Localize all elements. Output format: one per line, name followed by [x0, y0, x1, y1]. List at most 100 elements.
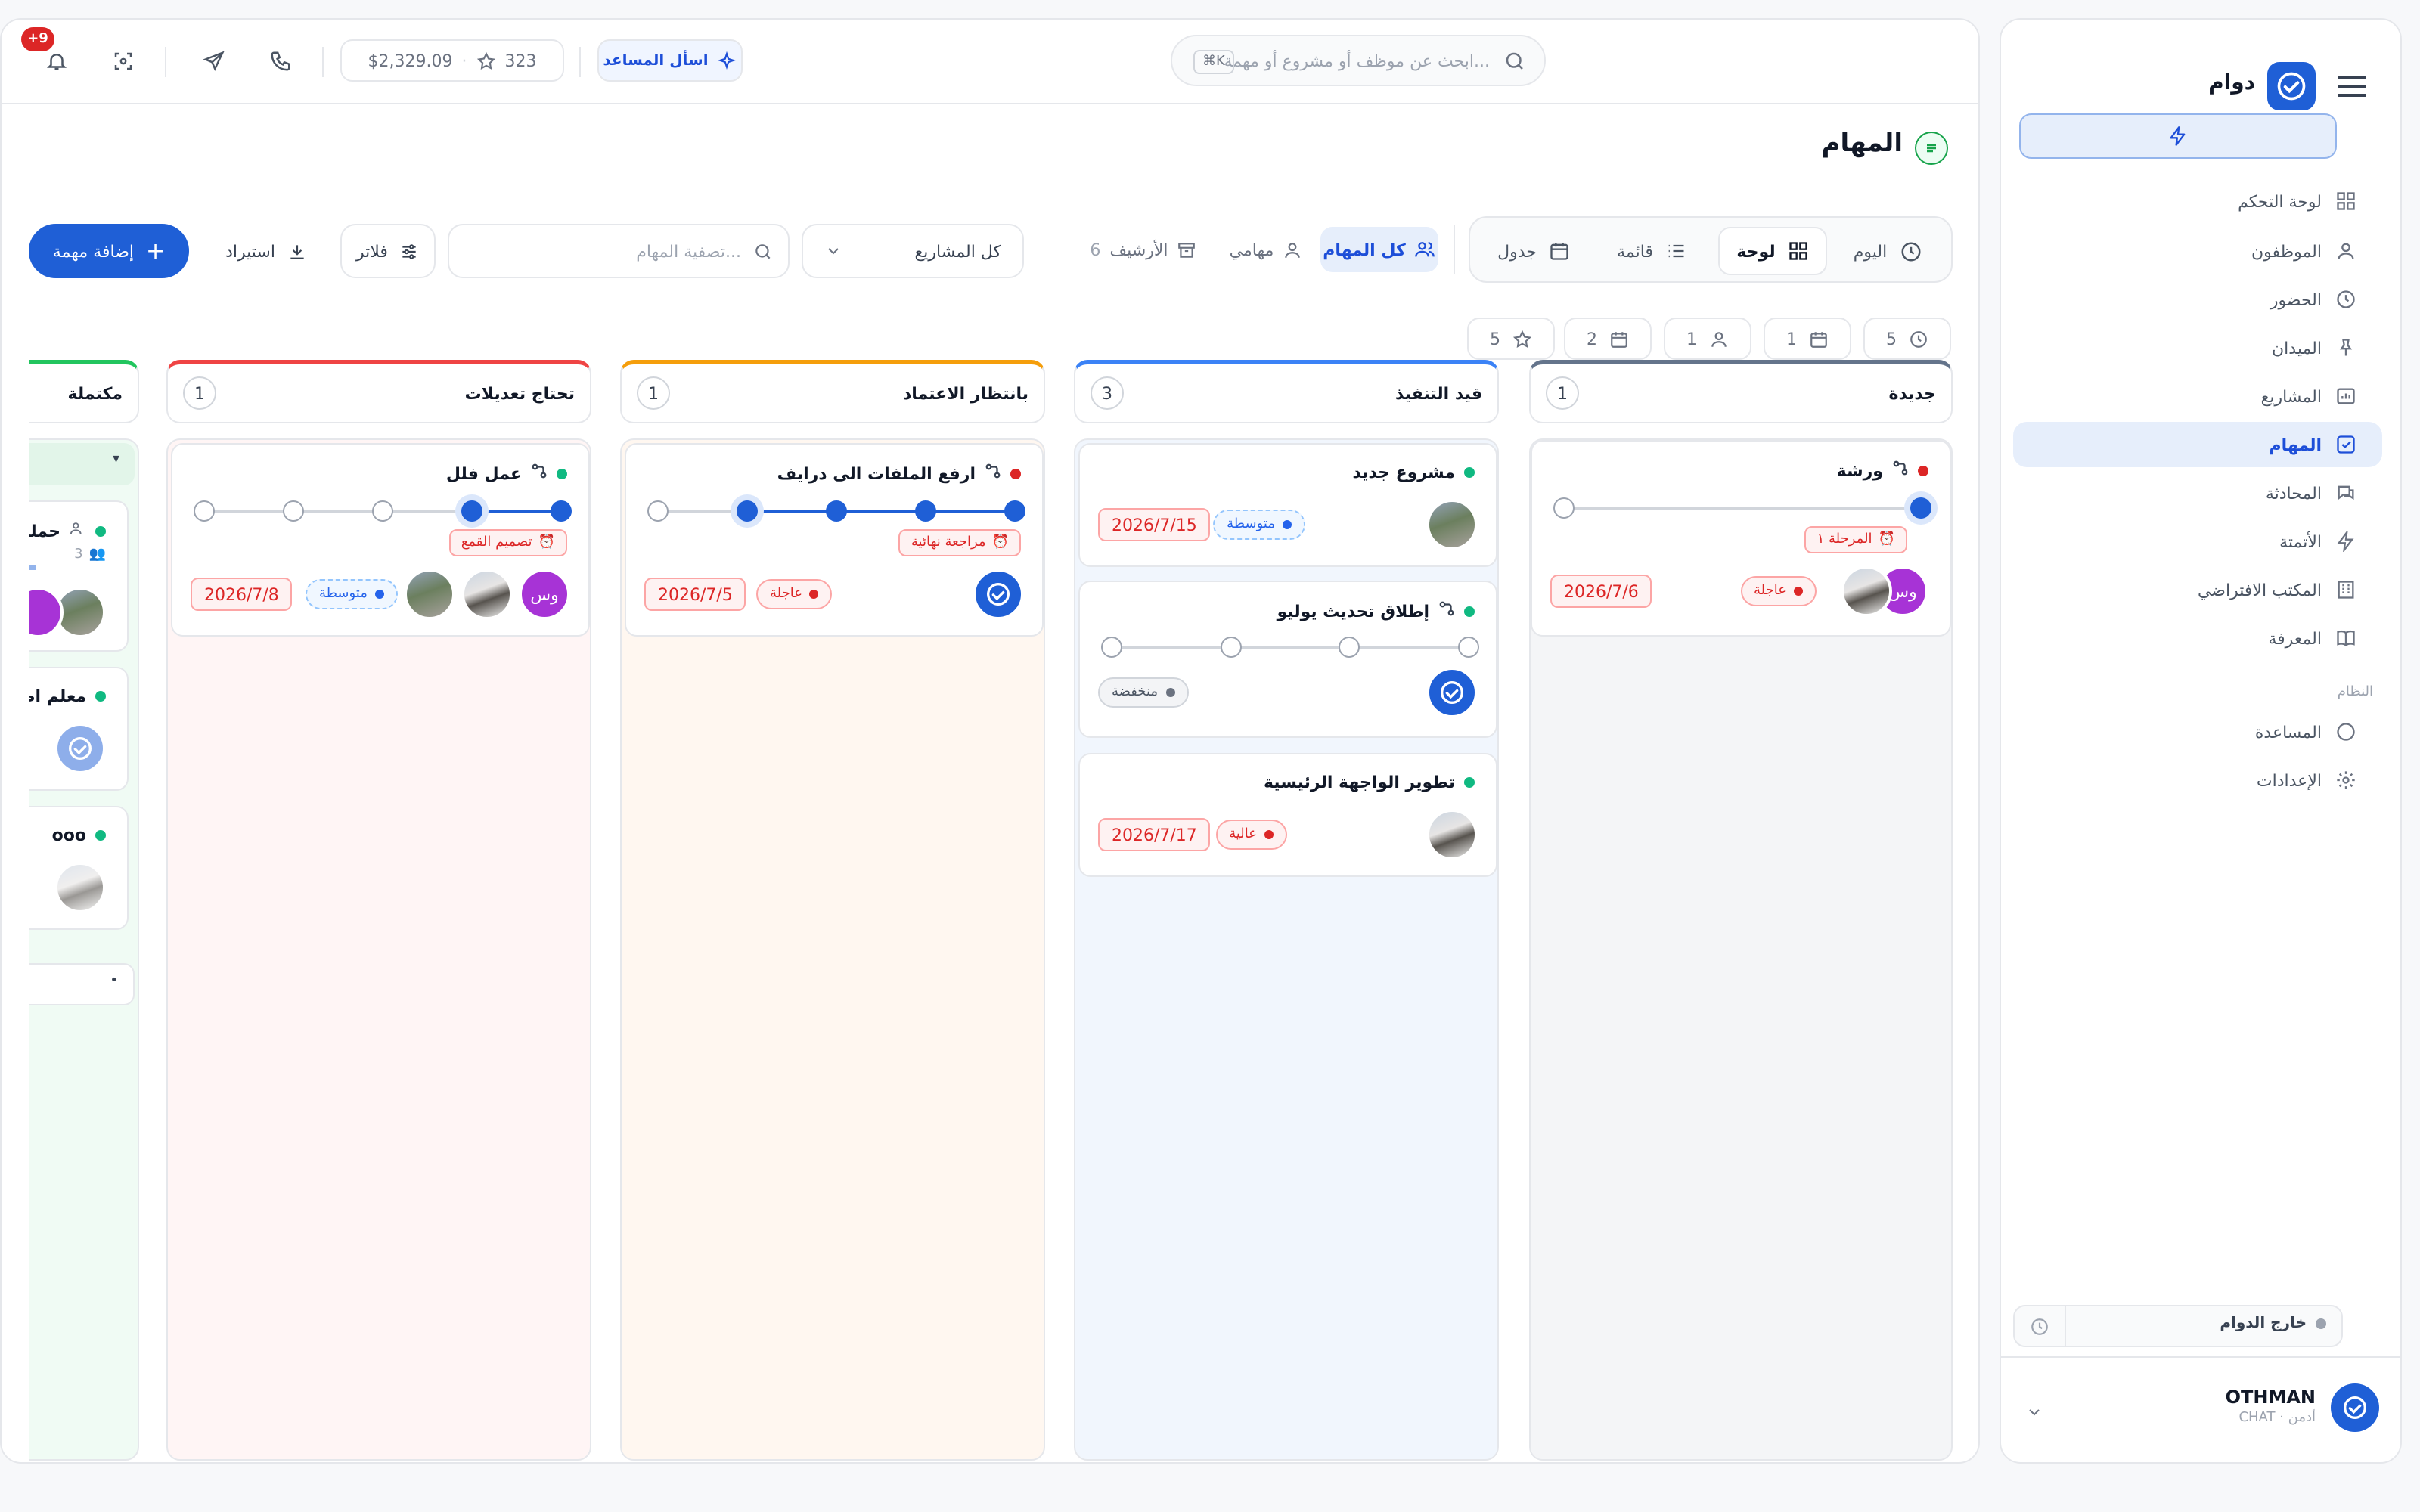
tab-board[interactable]: لوحة — [1718, 227, 1827, 275]
assistant-button[interactable]: اسأل المساعد — [597, 39, 743, 82]
stage-step[interactable] — [647, 500, 669, 522]
stat-scheduled[interactable]: 1 — [1764, 318, 1851, 360]
avatar[interactable] — [54, 862, 106, 913]
tab-schedule[interactable]: جدول — [1479, 227, 1588, 275]
task-filter-input[interactable]: تصفية المهام... — [448, 224, 790, 278]
stage-step[interactable] — [1339, 637, 1360, 658]
stage-step[interactable] — [915, 500, 936, 522]
sidebar-item-label: المساعدة — [2254, 722, 2322, 742]
stage-step[interactable] — [1553, 497, 1575, 519]
sidebar-item-help[interactable]: المساعدة — [2013, 709, 2382, 754]
sidebar-item-employees[interactable]: الموظفون — [2013, 228, 2382, 274]
tab-label: قائمة — [1617, 241, 1653, 261]
stage-step[interactable] — [1910, 497, 1931, 519]
avatar[interactable] — [1841, 565, 1892, 617]
divider — [2001, 1356, 2400, 1358]
stat-value: 5 — [1886, 329, 1897, 349]
check-icon[interactable] — [54, 723, 106, 774]
stage-progress[interactable] — [647, 499, 1028, 523]
sidebar-item-automation[interactable]: الأتمتة — [2013, 519, 2382, 564]
stat-starred[interactable]: 5 — [1467, 318, 1555, 360]
task-card[interactable]: عمل فلل ⏰ تصميم القمع وس متوسطة 2026/7/8 — [171, 443, 590, 637]
avatar[interactable] — [461, 569, 513, 620]
stage-step[interactable] — [1101, 637, 1122, 658]
avatar[interactable] — [1426, 809, 1478, 860]
group-header[interactable]: • — [29, 963, 135, 1005]
priority-badge: عالية — [1215, 820, 1287, 850]
task-title: ورشة — [1836, 460, 1883, 480]
chevron-down-icon[interactable] — [2025, 1399, 2043, 1427]
sidebar-item-label: المحادثة — [2265, 483, 2322, 503]
stage-step[interactable] — [826, 500, 847, 522]
tab-today[interactable]: اليوم — [1836, 227, 1939, 275]
gear-icon — [2334, 768, 2358, 792]
task-card[interactable]: تطوير الواجهة الرئيسية عالية 2026/7/17 — [1078, 753, 1497, 877]
search-input[interactable]: ابحث عن موظف أو مشروع أو مهمة... — [1224, 51, 1490, 71]
check-icon[interactable] — [1426, 667, 1478, 718]
stage-step[interactable] — [1004, 500, 1025, 522]
avatar[interactable] — [404, 569, 455, 620]
sidebar-item-chat[interactable]: المحادثة — [2013, 470, 2382, 516]
stage-step[interactable] — [737, 500, 758, 522]
group-header[interactable]: ▾ — [29, 443, 135, 485]
status-dot — [1464, 606, 1475, 616]
sidebar-item-projects[interactable]: المشاريع — [2013, 373, 2382, 419]
stage-progress[interactable] — [194, 499, 575, 523]
sidebar-item-dashboard[interactable]: لوحة التحكم — [2013, 178, 2382, 224]
avatar[interactable] — [29, 587, 64, 638]
task-card[interactable]: ارفع الملفات الى درايف ⏰ مراجعة نهائية عا… — [625, 443, 1044, 637]
task-card[interactable]: حملة 👥3 — [29, 500, 129, 652]
filter-label: الأرشيف — [1109, 240, 1168, 259]
scan-icon[interactable] — [101, 39, 144, 82]
avatar[interactable]: وس — [519, 569, 570, 620]
stat-assigned[interactable]: 1 — [1664, 318, 1751, 360]
task-card[interactable]: ooo — [29, 806, 129, 930]
balance: $2,329.09 — [368, 51, 453, 70]
stage-step[interactable] — [551, 500, 572, 522]
stat-upcoming[interactable]: 2 — [1564, 318, 1652, 360]
task-card[interactable]: معلم اطلا — [29, 667, 129, 791]
points: 323 — [504, 51, 537, 70]
sidebar-item-attendance[interactable]: الحضور — [2013, 277, 2382, 322]
stat-due-today[interactable]: 5 — [1863, 318, 1951, 360]
logo-icon — [2267, 62, 2316, 110]
sidebar-item-settings[interactable]: الإعدادات — [2013, 758, 2382, 803]
filter-my-tasks[interactable]: مهامي — [1221, 227, 1311, 272]
send-icon[interactable] — [192, 39, 234, 82]
filter-all-tasks[interactable]: كل المهام — [1320, 227, 1438, 272]
status-dot — [557, 468, 567, 479]
stage-progress[interactable] — [1553, 496, 1934, 520]
stage-step[interactable] — [461, 500, 482, 522]
stage-progress[interactable] — [1101, 635, 1482, 659]
sidebar-item-knowledge[interactable]: المعرفة — [2013, 615, 2382, 661]
avatar[interactable] — [1426, 499, 1478, 550]
stage-step[interactable] — [372, 500, 393, 522]
sidebar-item-tasks[interactable]: المهام — [2013, 422, 2382, 467]
task-card[interactable]: مشروع جديد متوسطة 2026/7/15 — [1078, 443, 1497, 567]
global-search[interactable]: ابحث عن موظف أو مشروع أو مهمة... ⌘K — [1171, 35, 1546, 86]
sidebar-item-virtual-office[interactable]: المكتب الافتراضي — [2013, 567, 2382, 612]
task-card[interactable]: إطلاق تحديث يوليو منخفضة — [1078, 581, 1497, 738]
due-date: 2026/7/6 — [1550, 575, 1652, 608]
column-header-new: جديدة 1 — [1529, 360, 1953, 423]
stage-step[interactable] — [1221, 637, 1242, 658]
work-status[interactable]: خارج الدوام — [2013, 1305, 2343, 1347]
tab-list[interactable]: قائمة — [1597, 227, 1706, 275]
quick-action-button[interactable] — [2019, 113, 2337, 159]
filters-button[interactable]: فلاتر — [340, 224, 436, 278]
wallet-pill[interactable]: $2,329.09 · 323 — [340, 39, 564, 82]
stage-step[interactable] — [283, 500, 304, 522]
stage-step[interactable] — [1458, 637, 1479, 658]
import-button[interactable]: استيراد — [210, 224, 322, 278]
filter-archive[interactable]: 6 الأرشيف — [1075, 227, 1212, 272]
task-card[interactable]: ورشة ⏰ المرحلة ١ وس عاجلة 2026/7/6 — [1531, 440, 1951, 637]
check-icon[interactable] — [973, 569, 1024, 620]
menu-icon[interactable] — [2337, 71, 2367, 101]
add-task-button[interactable]: إضافة مهمة + — [29, 224, 189, 278]
sidebar-item-field[interactable]: الميدان — [2013, 325, 2382, 370]
stage-step[interactable] — [194, 500, 215, 522]
project-select[interactable]: كل المشاريع — [802, 224, 1024, 278]
user-avatar[interactable] — [2331, 1383, 2379, 1432]
phone-icon[interactable] — [259, 39, 301, 82]
priority-badge: منخفضة — [1098, 677, 1189, 708]
